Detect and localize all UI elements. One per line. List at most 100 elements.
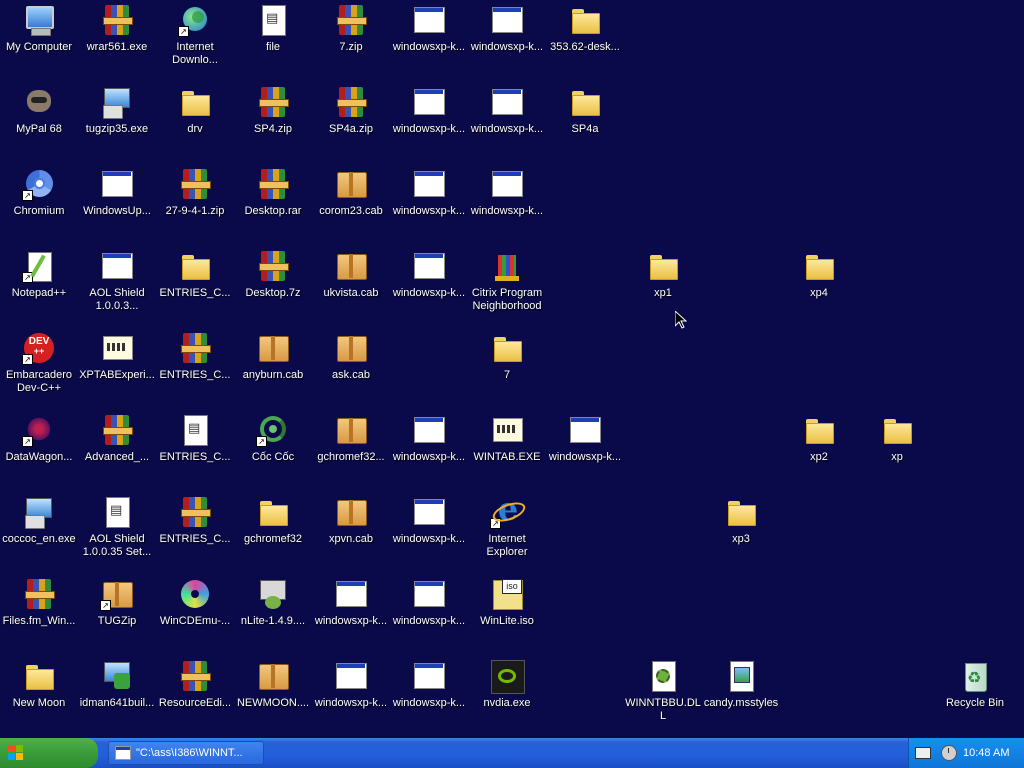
clock-icon[interactable] xyxy=(941,745,957,761)
desktop-icon[interactable]: ↗ WinCDEmu-... xyxy=(156,576,234,656)
desktop-icon[interactable]: ↗ windowsxp-k... xyxy=(468,166,546,246)
desktop-icon[interactable]: ↗ windowsxp-k... xyxy=(390,494,468,574)
desktop-icon[interactable]: ↗ ENTRIES_C... xyxy=(156,494,234,574)
desktop-icon[interactable]: ↗ Internet Explorer xyxy=(468,493,546,574)
desktop-icon-label: tugzip35.exe xyxy=(85,123,149,135)
desktop-icon-label: coccoc_en.exe xyxy=(2,533,76,545)
desktop-icon-label: windowsxp-k... xyxy=(314,615,388,627)
desktop-icon[interactable]: ↗ AOL Shield 1.0.0.35 Set... xyxy=(78,494,156,574)
desktop-icon[interactable]: ↗ Desktop.7z xyxy=(234,248,312,328)
desktop-icon[interactable]: ↗ AOL Shield 1.0.0.3... xyxy=(78,248,156,328)
desktop-icon[interactable]: ↗ WINTAB.EXE xyxy=(468,412,546,492)
desktop-icon[interactable]: ↗ xp3 xyxy=(702,494,780,574)
desktop-icon-label: drv xyxy=(187,123,203,135)
desktop-icon[interactable]: ↗ DataWagon... xyxy=(0,412,78,492)
desktop-icon[interactable]: ↗ gchromef32 xyxy=(234,494,312,574)
desktop-icon[interactable]: ↗7 xyxy=(468,330,546,410)
desktop-icon[interactable]: ↗ 353.62-desk... xyxy=(546,2,624,82)
start-button[interactable] xyxy=(0,738,98,768)
desktop-icon[interactable]: ↗ WindowsUp... xyxy=(78,166,156,246)
desktop-icon-label: Cốc Cốc xyxy=(251,451,295,463)
desktop-icon-label: WinCDEmu-... xyxy=(159,615,231,627)
desktop-icon[interactable]: ↗ SP4a.zip xyxy=(312,84,390,164)
desktop-icon[interactable]: ↗ windowsxp-k... xyxy=(468,2,546,82)
rar-archive-icon: ↗ xyxy=(178,659,212,693)
keyboard-icon[interactable] xyxy=(915,747,931,759)
desktop-icon[interactable]: ↗ 27-9-4-1.zip xyxy=(156,166,234,246)
desktop-icon[interactable]: ↗ SP4.zip xyxy=(234,84,312,164)
desktop-icon[interactable]: ↗ drv xyxy=(156,84,234,164)
desktop-icon[interactable]: ↗ Chromium xyxy=(0,166,78,246)
desktop-icon[interactable]: ↗ Advanced_... xyxy=(78,412,156,492)
clock[interactable]: 10:48 AM xyxy=(963,747,1009,759)
desktop-icon[interactable]: ↗ nLite-1.4.9.... xyxy=(234,576,312,656)
desktop-icon[interactable]: ↗ xp xyxy=(858,412,936,492)
desktop-icon[interactable]: ↗ NEWMOON.... xyxy=(234,658,312,738)
mypal-browser-icon: ↗ xyxy=(22,85,56,119)
desktop-icon[interactable]: ↗ windowsxp-k... xyxy=(312,658,390,738)
desktop-icon[interactable]: ↗ My Computer xyxy=(0,2,78,82)
desktop-icon[interactable]: ↗ coccoc_en.exe xyxy=(0,494,78,574)
desktop-icon[interactable]: ↗ ukvista.cab xyxy=(312,248,390,328)
application-window-icon: ↗ xyxy=(334,659,368,693)
desktop-icon[interactable]: ↗ Desktop.rar xyxy=(234,166,312,246)
desktop-icon[interactable]: ↗ ENTRIES_C... xyxy=(156,412,234,492)
desktop-icon[interactable]: ↗ ResourceEdi... xyxy=(156,658,234,738)
desktop-icon[interactable]: ↗ ask.cab xyxy=(312,330,390,410)
desktop-icon[interactable]: ↗ nvdia.exe xyxy=(468,658,546,738)
desktop-icon[interactable]: ↗ gchromef32... xyxy=(312,412,390,492)
desktop-icon[interactable]: ↗ New Moon xyxy=(0,658,78,738)
setup-icon: ↗ xyxy=(22,495,56,529)
desktop-icon[interactable]: ↗ corom23.cab xyxy=(312,166,390,246)
window-icon xyxy=(115,746,131,760)
desktop-icon[interactable]: ↗ windowsxp-k... xyxy=(390,2,468,82)
desktop-icon[interactable]: ↗ xp4 xyxy=(780,248,858,328)
desktop-icon[interactable]: ↗ windowsxp-k... xyxy=(468,84,546,164)
desktop-icon[interactable]: ↗ SP4a xyxy=(546,84,624,164)
desktop-icon[interactable]: ↗ xpvn.cab xyxy=(312,494,390,574)
desktop-icon[interactable]: ↗ ENTRIES_C... xyxy=(156,248,234,328)
desktop-icon[interactable]: ↗ anyburn.cab xyxy=(234,330,312,410)
desktop-icon[interactable]: ↗ xp1 xyxy=(624,248,702,328)
desktop-icon[interactable]: ↗ file xyxy=(234,2,312,82)
desktop-icon[interactable]: ↗ wrar561.exe xyxy=(78,2,156,82)
desktop-icon[interactable]: ↗ idman641buil... xyxy=(78,658,156,738)
desktop-icon[interactable]: ↗ ENTRIES_C... xyxy=(156,330,234,410)
desktop-icon[interactable]: ↗ WinLite.iso xyxy=(468,576,546,656)
desktop-icon[interactable]: ↗ Embarcadero Dev-C++ xyxy=(0,330,78,410)
desktop-icon[interactable]: ↗ Cốc Cốc xyxy=(234,412,312,492)
desktop-icon[interactable]: ↗ Citrix Program Neighborhood xyxy=(468,248,546,328)
desktop[interactable]: ↗ My Computer ↗ wrar561.exe ↗ Internet Downlo… xyxy=(0,0,1024,738)
desktop-icon[interactable]: ↗ windowsxp-k... xyxy=(390,166,468,246)
desktop-icon[interactable]: ↗ windowsxp-k... xyxy=(390,412,468,492)
desktop-icon[interactable]: ↗ Recycle Bin xyxy=(936,658,1014,738)
application-window-icon: ↗ xyxy=(412,85,446,119)
desktop-icon[interactable]: ↗ xp2 xyxy=(780,412,858,492)
cab-archive-icon: ↗ xyxy=(334,167,368,201)
desktop-icon[interactable]: ↗ windowsxp-k... xyxy=(390,84,468,164)
desktop-icon[interactable]: ↗ windowsxp-k... xyxy=(312,576,390,656)
desktop-icon[interactable]: ↗ TUGZip xyxy=(78,576,156,656)
desktop-icon-label: ResourceEdi... xyxy=(158,697,232,709)
desktop-icon[interactable]: ↗ windowsxp-k... xyxy=(390,576,468,656)
desktop-icon[interactable]: ↗ windowsxp-k... xyxy=(390,658,468,738)
desktop-icon[interactable]: ↗ Notepad++ xyxy=(0,248,78,328)
rar-archive-icon: ↗ xyxy=(22,577,56,611)
desktop-icon[interactable]: ↗ Files.fm_Win... xyxy=(0,576,78,656)
desktop-icon-label: xp xyxy=(891,451,903,463)
desktop-icon[interactable]: ↗ Internet Downlo... xyxy=(156,2,234,82)
desktop-icon[interactable]: ↗ WINNTBBU.DLL xyxy=(624,658,702,738)
desktop-icon[interactable]: ↗ XPTABExperi... xyxy=(78,330,156,410)
taskbar-window-button[interactable]: "C:\ass\I386\WINNT... xyxy=(108,741,264,765)
desktop-icon[interactable]: ↗ 7.zip xyxy=(312,2,390,82)
desktop-icon[interactable]: ↗ tugzip35.exe xyxy=(78,84,156,164)
desktop-icon[interactable]: ↗ windowsxp-k... xyxy=(546,412,624,492)
xptab-icon: ↗ xyxy=(490,413,524,447)
desktop-icon-label: windowsxp-k... xyxy=(470,205,544,217)
desktop-icon[interactable]: ↗ MyPal 68 xyxy=(0,84,78,164)
desktop-icon[interactable]: ↗ candy.msstyles xyxy=(702,658,780,738)
desktop-icon-label: Notepad++ xyxy=(11,287,67,299)
desktop-icon[interactable]: ↗ windowsxp-k... xyxy=(390,248,468,328)
desktop-icon-label: ENTRIES_C... xyxy=(159,451,231,463)
citrix-icon: ↗ xyxy=(490,249,524,283)
